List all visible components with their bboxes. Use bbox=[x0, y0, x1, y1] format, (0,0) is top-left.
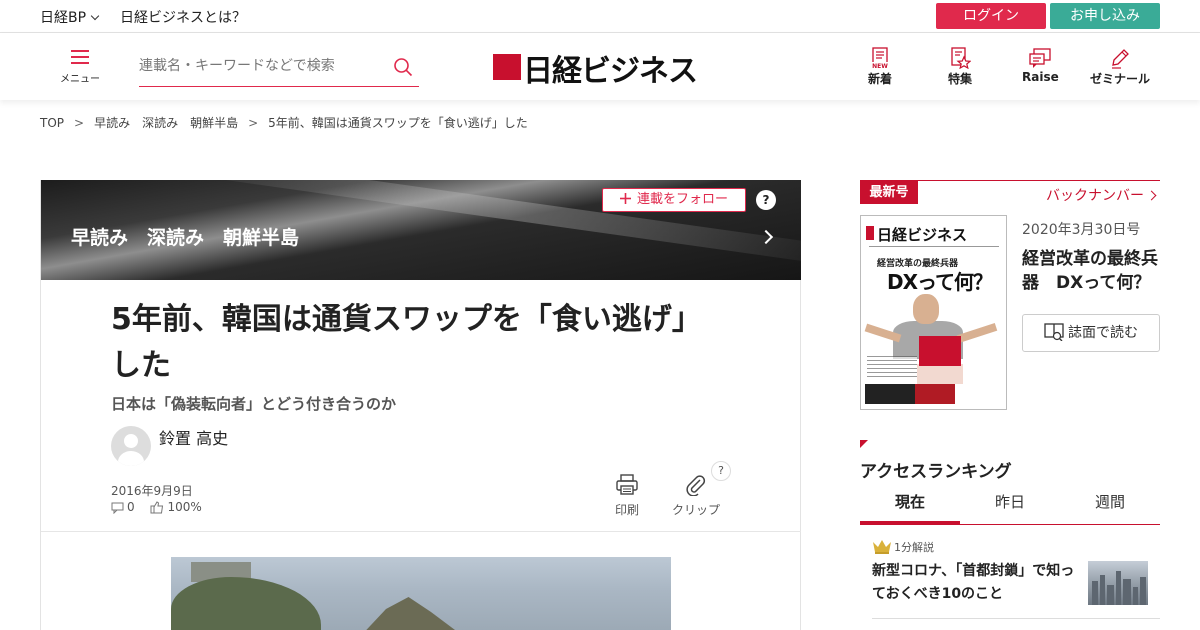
follow-label: 連載をフォロー bbox=[636, 192, 728, 207]
ranking-marker bbox=[860, 440, 868, 448]
thumbs-up-icon[interactable] bbox=[150, 501, 164, 514]
nikkei-bp-label: 日経BP bbox=[40, 10, 87, 26]
ranking-item-title[interactable]: 新型コロナ、「首都封鎖」で知っておくべき10のこと bbox=[872, 560, 1080, 606]
ranking-item-thumbnail[interactable] bbox=[1088, 561, 1148, 605]
author-avatar[interactable] bbox=[111, 426, 151, 466]
backnumber-link[interactable]: バックナンバー bbox=[1046, 185, 1157, 205]
speech-bubble-icon bbox=[1029, 48, 1051, 68]
search-box bbox=[139, 53, 419, 87]
about-link[interactable]: 日経ビジネスとは？ bbox=[120, 7, 246, 27]
cover-headline: DXって何？ bbox=[887, 270, 993, 294]
magazine-cover[interactable]: 日経ビジネス 経営改革の最終兵器 DXって何？ bbox=[860, 215, 1007, 410]
site-header: メニュー 日経ビジネス NEW 新着 特集 bbox=[0, 33, 1200, 100]
nav-seminar[interactable]: ゼミナール bbox=[1090, 47, 1150, 87]
svg-text:NEW: NEW bbox=[872, 63, 888, 69]
logo-text: 日経ビジネス bbox=[523, 54, 698, 89]
new-icon: NEW bbox=[871, 47, 889, 69]
series-title: 早読み 深読み 朝鮮半島 bbox=[71, 227, 300, 249]
clip-help-icon[interactable]: ? bbox=[711, 461, 731, 481]
book-icon bbox=[1044, 323, 1064, 342]
chevron-down-icon bbox=[90, 11, 100, 21]
article-subtitle: 日本は「偽装転向者」とどう付き合うのか bbox=[111, 395, 397, 413]
ranking-title: アクセスランキング bbox=[860, 462, 1012, 482]
nav-raise[interactable]: Raise bbox=[1022, 47, 1059, 84]
cover-masthead: 日経ビジネス bbox=[877, 226, 968, 244]
menu-label: メニュー bbox=[60, 74, 100, 85]
breadcrumb-series[interactable]: 早読み 深読み 朝鮮半島 bbox=[94, 116, 238, 130]
backnumber-label: バックナンバー bbox=[1046, 188, 1144, 204]
issue-date: 2020年3月30日号 bbox=[1022, 222, 1141, 238]
read-label: 誌面で読む bbox=[1068, 325, 1138, 341]
comment-icon[interactable] bbox=[111, 502, 124, 514]
chevron-right-icon bbox=[1146, 190, 1157, 201]
read-magazine-button[interactable]: 誌面で読む bbox=[1022, 314, 1160, 352]
nav-new-label: 新着 bbox=[867, 72, 892, 86]
star-document-icon bbox=[951, 47, 971, 69]
breadcrumb-top[interactable]: TOP bbox=[40, 116, 64, 130]
print-button[interactable]: 印刷 bbox=[613, 474, 641, 518]
pen-icon bbox=[1112, 49, 1129, 69]
plus-icon bbox=[619, 193, 631, 204]
issue-title[interactable]: 経営改革の最終兵器 DXって何？ bbox=[1022, 247, 1162, 295]
nikkei-bp-menu[interactable]: 日経BP bbox=[40, 7, 100, 27]
search-icon[interactable] bbox=[393, 57, 413, 77]
help-icon[interactable]: ? bbox=[756, 190, 776, 210]
nav-seminar-label: ゼミナール bbox=[1090, 72, 1151, 86]
article-title: 5年前、韓国は通貨スワップを「食い逃げ」した bbox=[111, 302, 702, 383]
tab-weekly[interactable]: 週間 bbox=[1060, 485, 1160, 524]
logo-mark bbox=[493, 54, 521, 80]
utility-bar: 日経BP 日経ビジネスとは？ ログイン お申し込み bbox=[0, 0, 1200, 33]
newest-issue-label: 最新号 bbox=[860, 181, 918, 204]
breadcrumb: TOP > 早読み 深読み 朝鮮半島 >5年前、韓国は通貨スワップを「食い逃げ」した bbox=[40, 114, 538, 131]
paperclip-icon bbox=[686, 475, 706, 497]
tab-yesterday[interactable]: 昨日 bbox=[960, 485, 1060, 524]
comment-count: 0 bbox=[127, 500, 135, 514]
publish-date: 2016年9月9日 bbox=[111, 484, 193, 498]
print-label: 印刷 bbox=[614, 503, 639, 517]
hamburger-icon bbox=[71, 50, 89, 64]
article-card: 早読み 深読み 朝鮮半島 連載をフォロー ? 5年前、韓国は通貨スワップを「食い… bbox=[40, 180, 801, 630]
nav-new[interactable]: NEW 新着 bbox=[866, 47, 894, 87]
article-divider bbox=[41, 531, 801, 532]
clip-label: クリップ bbox=[671, 503, 720, 517]
clip-button[interactable]: クリップ bbox=[671, 474, 721, 518]
ranking-item-tag: 1分解説 bbox=[894, 541, 934, 554]
author-name[interactable]: 鈴置 高史 bbox=[159, 425, 228, 449]
article-photo bbox=[171, 557, 671, 630]
ranking-tabs: 現在 昨日 週間 bbox=[860, 485, 1160, 525]
signup-button[interactable]: お申し込み bbox=[1050, 3, 1160, 29]
nav-raise-label: Raise bbox=[1022, 70, 1059, 84]
login-button[interactable]: ログイン bbox=[936, 3, 1046, 29]
tab-current[interactable]: 現在 bbox=[860, 485, 960, 524]
breadcrumb-separator: > bbox=[248, 116, 259, 130]
follow-series-button[interactable]: 連載をフォロー bbox=[602, 188, 746, 212]
printer-icon bbox=[616, 474, 638, 495]
crown-icon bbox=[873, 540, 891, 554]
series-banner[interactable]: 早読み 深読み 朝鮮半島 連載をフォロー ? bbox=[41, 180, 801, 280]
breadcrumb-current: 5年前、韓国は通貨スワップを「食い逃げ」した bbox=[268, 116, 528, 130]
ranking-item[interactable]: 1分解説 新型コロナ、「首都封鎖」で知っておくべき10のこと bbox=[860, 530, 1160, 630]
nav-feature[interactable]: 特集 bbox=[946, 47, 974, 87]
cover-logo-mark bbox=[866, 226, 874, 240]
article-stats: 0 100% bbox=[111, 500, 202, 514]
like-percentage: 100% bbox=[167, 500, 202, 514]
search-input[interactable] bbox=[139, 53, 379, 79]
breadcrumb-separator: > bbox=[74, 116, 85, 130]
menu-button[interactable]: メニュー bbox=[58, 49, 102, 89]
nav-feature-label: 特集 bbox=[947, 72, 972, 86]
